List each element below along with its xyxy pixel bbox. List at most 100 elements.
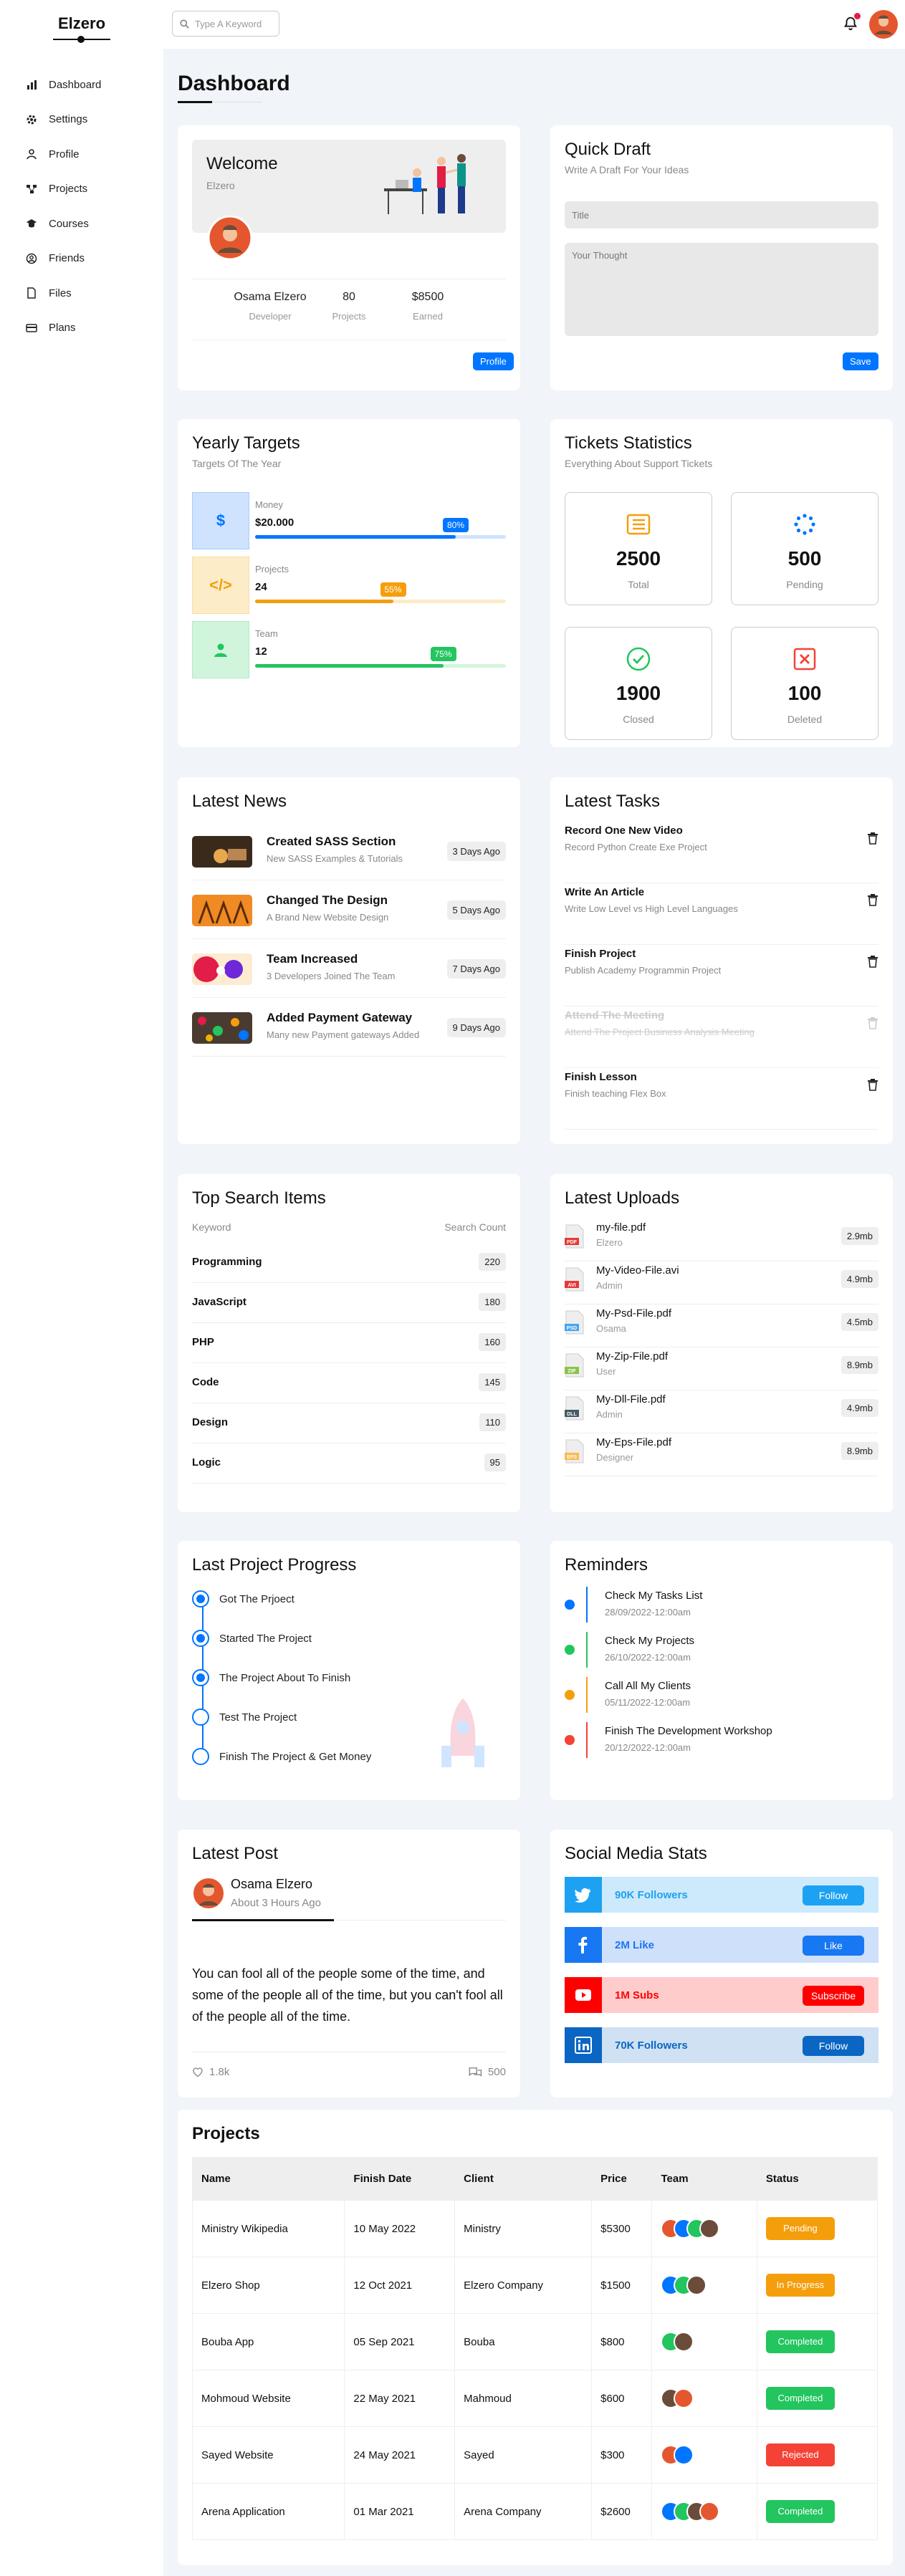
youtube-icon-glyph [575, 1989, 591, 2001]
draft-thought-input[interactable] [565, 243, 878, 336]
search-box[interactable] [172, 11, 279, 37]
social-action-button[interactable]: Like [803, 1936, 864, 1956]
upload-row[interactable]: ZIP My-Zip-File.pdf User 8.9mb [565, 1347, 878, 1390]
ticket-label: Pending [786, 579, 823, 590]
sidebar-item-friends[interactable]: Friends [0, 241, 163, 277]
project-name: Arena Application [191, 2483, 345, 2540]
table-row: Sayed Website 24 May 2021 Sayed $300 Rejecte… [191, 2426, 878, 2484]
project-name: Ministry Wikipedia [191, 2200, 345, 2257]
upload-row[interactable]: DLL My-Dll-File.pdf Admin 4.9mb [565, 1390, 878, 1433]
search-count: 95 [484, 1453, 506, 1471]
file-type-glyph: ZIP [565, 1353, 584, 1378]
sidebar-item-files[interactable]: Files [0, 276, 163, 311]
search-item-row: Programming 220 [192, 1243, 506, 1283]
trash-glyph [868, 1079, 878, 1091]
sidebar-item-dashboard[interactable]: Dashboard [0, 67, 163, 102]
credit-card-icon [26, 322, 37, 334]
target-percent-badge: 55% [380, 582, 406, 597]
sidebar-item-label: Friends [49, 252, 85, 265]
post-body: You can fool all of the people some of t… [192, 1966, 503, 2024]
news-item[interactable]: Created SASS Section New SASS Examples & … [192, 830, 506, 880]
trash-icon[interactable] [867, 832, 878, 845]
search-input[interactable] [195, 18, 274, 29]
social-action-button[interactable]: Follow [803, 1885, 864, 1905]
upload-owner: Designer [596, 1452, 634, 1463]
upload-row[interactable]: AVI My-Video-File.avi Admin 4.9mb [565, 1261, 878, 1304]
search-count: 220 [479, 1253, 506, 1271]
project-date: 05 Sep 2021 [344, 2313, 456, 2370]
search-items-header: Keyword Search Count [192, 1221, 506, 1233]
sidebar-item-courses[interactable]: Courses [0, 206, 163, 241]
project-price: $600 [591, 2370, 653, 2427]
upload-row[interactable]: PSD My-Psd-File.pdf Osama 4.5mb [565, 1304, 878, 1347]
trash-icon[interactable] [867, 893, 878, 906]
trash-icon[interactable] [867, 1078, 878, 1091]
targets-subtitle: Targets Of The Year [192, 458, 282, 469]
upload-size: 2.9mb [841, 1227, 878, 1245]
news-item[interactable]: Changed The Design A Brand New Website De… [192, 889, 506, 939]
news-thumbnail [192, 953, 252, 985]
upload-row[interactable]: PDF my-file.pdf Elzero 2.9mb [565, 1219, 878, 1261]
social-action-button[interactable]: Follow [803, 2036, 864, 2056]
profile-button[interactable]: Profile [473, 352, 514, 370]
target-progress-track: 55% [255, 582, 506, 603]
welcome-title: Welcome [206, 154, 278, 173]
tickets-statistics-card: Tickets Statistics Everything About Supp… [550, 419, 893, 747]
search-keyword: Design [192, 1416, 229, 1428]
social-stat: 2M Like [615, 1939, 655, 1951]
progress-step-dot [192, 1748, 209, 1765]
reminder-dot [565, 1600, 575, 1610]
post-likes[interactable]: 1.8k [192, 2066, 229, 2078]
project-date: 01 Mar 2021 [344, 2483, 456, 2540]
news-title: Team Increased [267, 952, 358, 966]
trash-icon[interactable] [867, 1017, 878, 1029]
trash-icon[interactable] [867, 955, 878, 968]
reminder-date: 20/12/2022-12:00am [605, 1742, 691, 1753]
upload-row[interactable]: EPS My-Eps-File.pdf Designer 8.9mb [565, 1433, 878, 1476]
search-count: 160 [479, 1333, 506, 1351]
save-button[interactable]: Save [843, 352, 878, 370]
upload-file-name: My-Psd-File.pdf [596, 1307, 672, 1320]
latest-uploads-card: Latest Uploads PDF my-file.pdf Elzero 2.9mb… [550, 1174, 893, 1512]
list-icon-glyph [626, 514, 651, 535]
ticket-pending: 500 Pending [731, 492, 878, 605]
list-icon [626, 511, 651, 537]
task-title: Record One New Video [565, 825, 683, 837]
latest-news-card: Latest News Created SASS Section New SASS… [178, 777, 520, 1144]
trash-glyph [868, 956, 878, 968]
sidebar-item-profile[interactable]: Profile [0, 137, 163, 172]
target-projects: </> Projects 24 55% [192, 557, 506, 614]
status-badge: Completed [765, 2500, 835, 2523]
sidebar-item-label: Dashboard [49, 78, 102, 91]
sidebar-item-plans[interactable]: Plans [0, 311, 163, 346]
sidebar-item-settings[interactable]: Settings [0, 102, 163, 138]
count-column-header: Search Count [444, 1221, 506, 1233]
dollar-icon: $ [192, 492, 249, 549]
post-comments[interactable]: 500 [468, 2066, 506, 2078]
avatar[interactable] [869, 10, 898, 39]
file-pdf-icon: PDF [565, 1224, 585, 1249]
post-author: Osama Elzero [231, 1877, 313, 1891]
sidebar-item-projects[interactable]: Projects [0, 172, 163, 207]
project-client: Ministry [454, 2200, 593, 2257]
progress-step-dot [192, 1669, 209, 1686]
social-action-button[interactable]: Subscribe [803, 1986, 864, 2006]
project-date: 22 May 2021 [344, 2370, 456, 2427]
news-title: Changed The Design [267, 893, 388, 907]
news-subtitle: New SASS Examples & Tutorials [267, 853, 403, 864]
post-author-avatar [192, 1877, 225, 1910]
table-row: Mohmoud Website 22 May 2021 Mahmoud $600 Com… [191, 2370, 878, 2427]
notifications-button[interactable] [843, 13, 861, 33]
upload-size: 4.9mb [841, 1399, 878, 1417]
draft-title-input[interactable] [565, 201, 878, 229]
project-price: $5300 [591, 2200, 653, 2257]
news-time-badge: 3 Days Ago [446, 842, 506, 861]
check-circle-icon-glyph [626, 647, 651, 671]
project-price: $2600 [591, 2483, 653, 2540]
file-dll-icon: DLL [565, 1396, 585, 1421]
social-stat: 1M Subs [615, 1989, 659, 2001]
task-item: Finish Project Publish Academy Programmin… [565, 945, 878, 1006]
news-item[interactable]: Team Increased 3 Developers Joined The Te… [192, 948, 506, 998]
news-item[interactable]: Added Payment Gateway Many new Payment ga… [192, 1006, 506, 1057]
team-avatars [661, 2275, 756, 2295]
